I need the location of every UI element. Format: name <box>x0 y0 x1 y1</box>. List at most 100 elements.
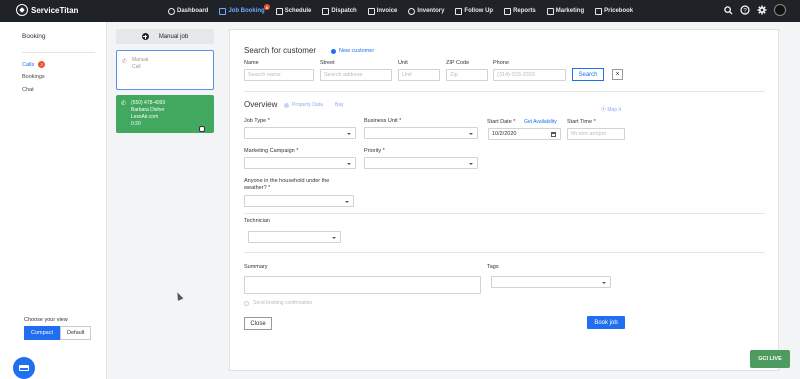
name-input[interactable]: Search name <box>244 69 314 81</box>
get-availability-link[interactable]: Get Availability <box>524 119 557 125</box>
calendar-icon[interactable] <box>551 132 556 137</box>
close-button[interactable]: Close <box>244 317 272 330</box>
household-weather-select[interactable] <box>244 195 354 207</box>
priority-select[interactable] <box>364 157 478 169</box>
send-confirmation-option[interactable]: Send booking confirmation <box>244 300 312 306</box>
brand-name: ServiceTitan <box>31 5 79 15</box>
caller-name: Barbara Disher <box>131 107 165 113</box>
gear-icon[interactable] <box>757 5 767 15</box>
search-customer-title: Search for customer <box>244 46 317 55</box>
gci-live-button[interactable]: GCI LIVE <box>750 350 790 368</box>
unit-input[interactable]: Unit <box>398 69 440 81</box>
marketing-campaign-select[interactable] <box>244 157 356 169</box>
mouse-cursor-icon <box>174 291 184 301</box>
sidebar-divider <box>22 52 95 53</box>
technician-label: Technician <box>244 218 270 224</box>
default-view-button[interactable]: Default <box>60 326 92 340</box>
business-unit-select[interactable] <box>364 127 478 139</box>
choose-view-label: Choose your view <box>24 317 68 323</box>
user-avatar[interactable] <box>774 4 786 16</box>
start-date-input[interactable]: 10/2/2020 <box>488 128 561 140</box>
invoice-icon <box>367 7 375 15</box>
summary-label: Summary <box>244 264 268 270</box>
nav-pricebook[interactable]: Pricebook <box>595 0 633 22</box>
overview-title: Overview <box>244 100 278 109</box>
name-label: Name <box>244 60 259 66</box>
job-type-label: Job Type * <box>244 118 270 124</box>
sidebar-item-chat[interactable]: Chat <box>22 87 34 93</box>
street-label: Street <box>320 60 335 66</box>
street-input[interactable]: Search address <box>320 69 392 81</box>
priority-label: Priority * <box>364 148 385 154</box>
servicetitan-logo-icon <box>16 4 28 16</box>
marketing-icon <box>546 7 554 15</box>
servicetitan-logo[interactable]: ServiceTitan <box>16 4 78 16</box>
compact-view-button[interactable]: Compact <box>24 326 61 340</box>
schedule-icon <box>275 7 283 15</box>
bay-link[interactable]: Bay <box>335 102 344 108</box>
nav-job-booking[interactable]: Job Booking 8 <box>219 0 270 22</box>
job-type-select[interactable] <box>244 127 356 139</box>
nav-reports[interactable]: Reports <box>504 0 536 22</box>
follow-up-icon <box>455 7 463 15</box>
plus-circle-icon <box>331 48 336 54</box>
nav-dispatch[interactable]: Dispatch <box>322 0 357 22</box>
summary-textarea[interactable] <box>244 276 481 294</box>
booking-sidebar: Booking Calls 2 Bookings Chat Choose you… <box>0 22 107 379</box>
search-icon[interactable] <box>723 5 733 15</box>
call-duration: 0:20 <box>131 121 141 127</box>
hand-cursor-icon <box>199 126 205 132</box>
divider <box>244 252 765 253</box>
top-nav: ServiceTitan Dashboard Job Booking 8 Sche… <box>0 0 800 22</box>
help-icon[interactable]: ? <box>740 5 750 15</box>
nav-inventory[interactable]: Inventory <box>408 0 444 22</box>
reports-icon <box>504 7 512 15</box>
unit-label: Unit <box>398 60 408 66</box>
nav-dashboard[interactable]: Dashboard <box>168 0 208 22</box>
dispatch-icon <box>322 7 330 15</box>
add-icon <box>141 33 149 40</box>
nav-schedule[interactable]: Schedule <box>275 0 311 22</box>
sidebar-item-calls[interactable]: Calls 2 <box>22 61 46 68</box>
tags-select[interactable] <box>491 276 611 288</box>
help-center-button[interactable] <box>13 357 35 379</box>
book-job-button[interactable]: Book job <box>587 316 625 329</box>
nav-invoice[interactable]: Invoice <box>367 0 397 22</box>
divider <box>244 91 765 92</box>
property-data-link[interactable]: Property Data <box>284 102 323 108</box>
divider <box>244 213 765 214</box>
search-button[interactable]: Search <box>572 68 604 81</box>
job-booking-badge: 8 <box>263 4 270 10</box>
marketing-campaign-label: Marketing Campaign * <box>244 148 299 154</box>
manual-call-card[interactable]: ✆ Manual Call <box>116 50 214 90</box>
sidebar-title: Booking <box>22 33 46 40</box>
new-customer-link[interactable]: New customer <box>331 48 374 54</box>
map-it-link[interactable]: ⦿ Map it <box>601 106 621 113</box>
sidebar-item-bookings[interactable]: Bookings <box>22 74 45 80</box>
top-right-actions: ? <box>716 4 786 16</box>
phone-label: Phone <box>493 60 509 66</box>
property-data-icon <box>284 102 289 108</box>
phone-icon: ✆ <box>121 101 127 107</box>
technician-select[interactable] <box>248 231 341 243</box>
start-time-label: Start Time * <box>567 119 596 125</box>
manual-job-button[interactable]: Manual job <box>116 29 214 44</box>
dashboard-icon <box>168 7 175 15</box>
graduation-cap-icon <box>19 365 29 371</box>
nav-follow-up[interactable]: Follow Up <box>455 0 493 22</box>
inventory-icon <box>408 7 416 15</box>
zip-label: ZIP Code <box>446 60 470 66</box>
start-date-label: Start Date * <box>487 119 516 125</box>
start-time-input[interactable]: hh:mm am/pm <box>567 128 625 140</box>
view-toggle: Compact Default <box>24 326 92 340</box>
zip-input[interactable]: Zip <box>446 69 488 81</box>
job-booking-icon <box>219 7 227 15</box>
nav-marketing[interactable]: Marketing <box>546 0 584 22</box>
calls-count-badge: 2 <box>38 61 46 68</box>
business-unit-label: Business Unit * <box>364 118 402 124</box>
phone-input[interactable]: (314)-333-3333 <box>493 69 566 81</box>
clear-search-button[interactable]: × <box>612 69 623 80</box>
booking-form-panel: Search for customer New customer Name Se… <box>229 29 779 371</box>
household-label-line1: Anyone in the household under the <box>244 178 330 184</box>
send-confirmation-checkbox[interactable] <box>244 300 249 306</box>
